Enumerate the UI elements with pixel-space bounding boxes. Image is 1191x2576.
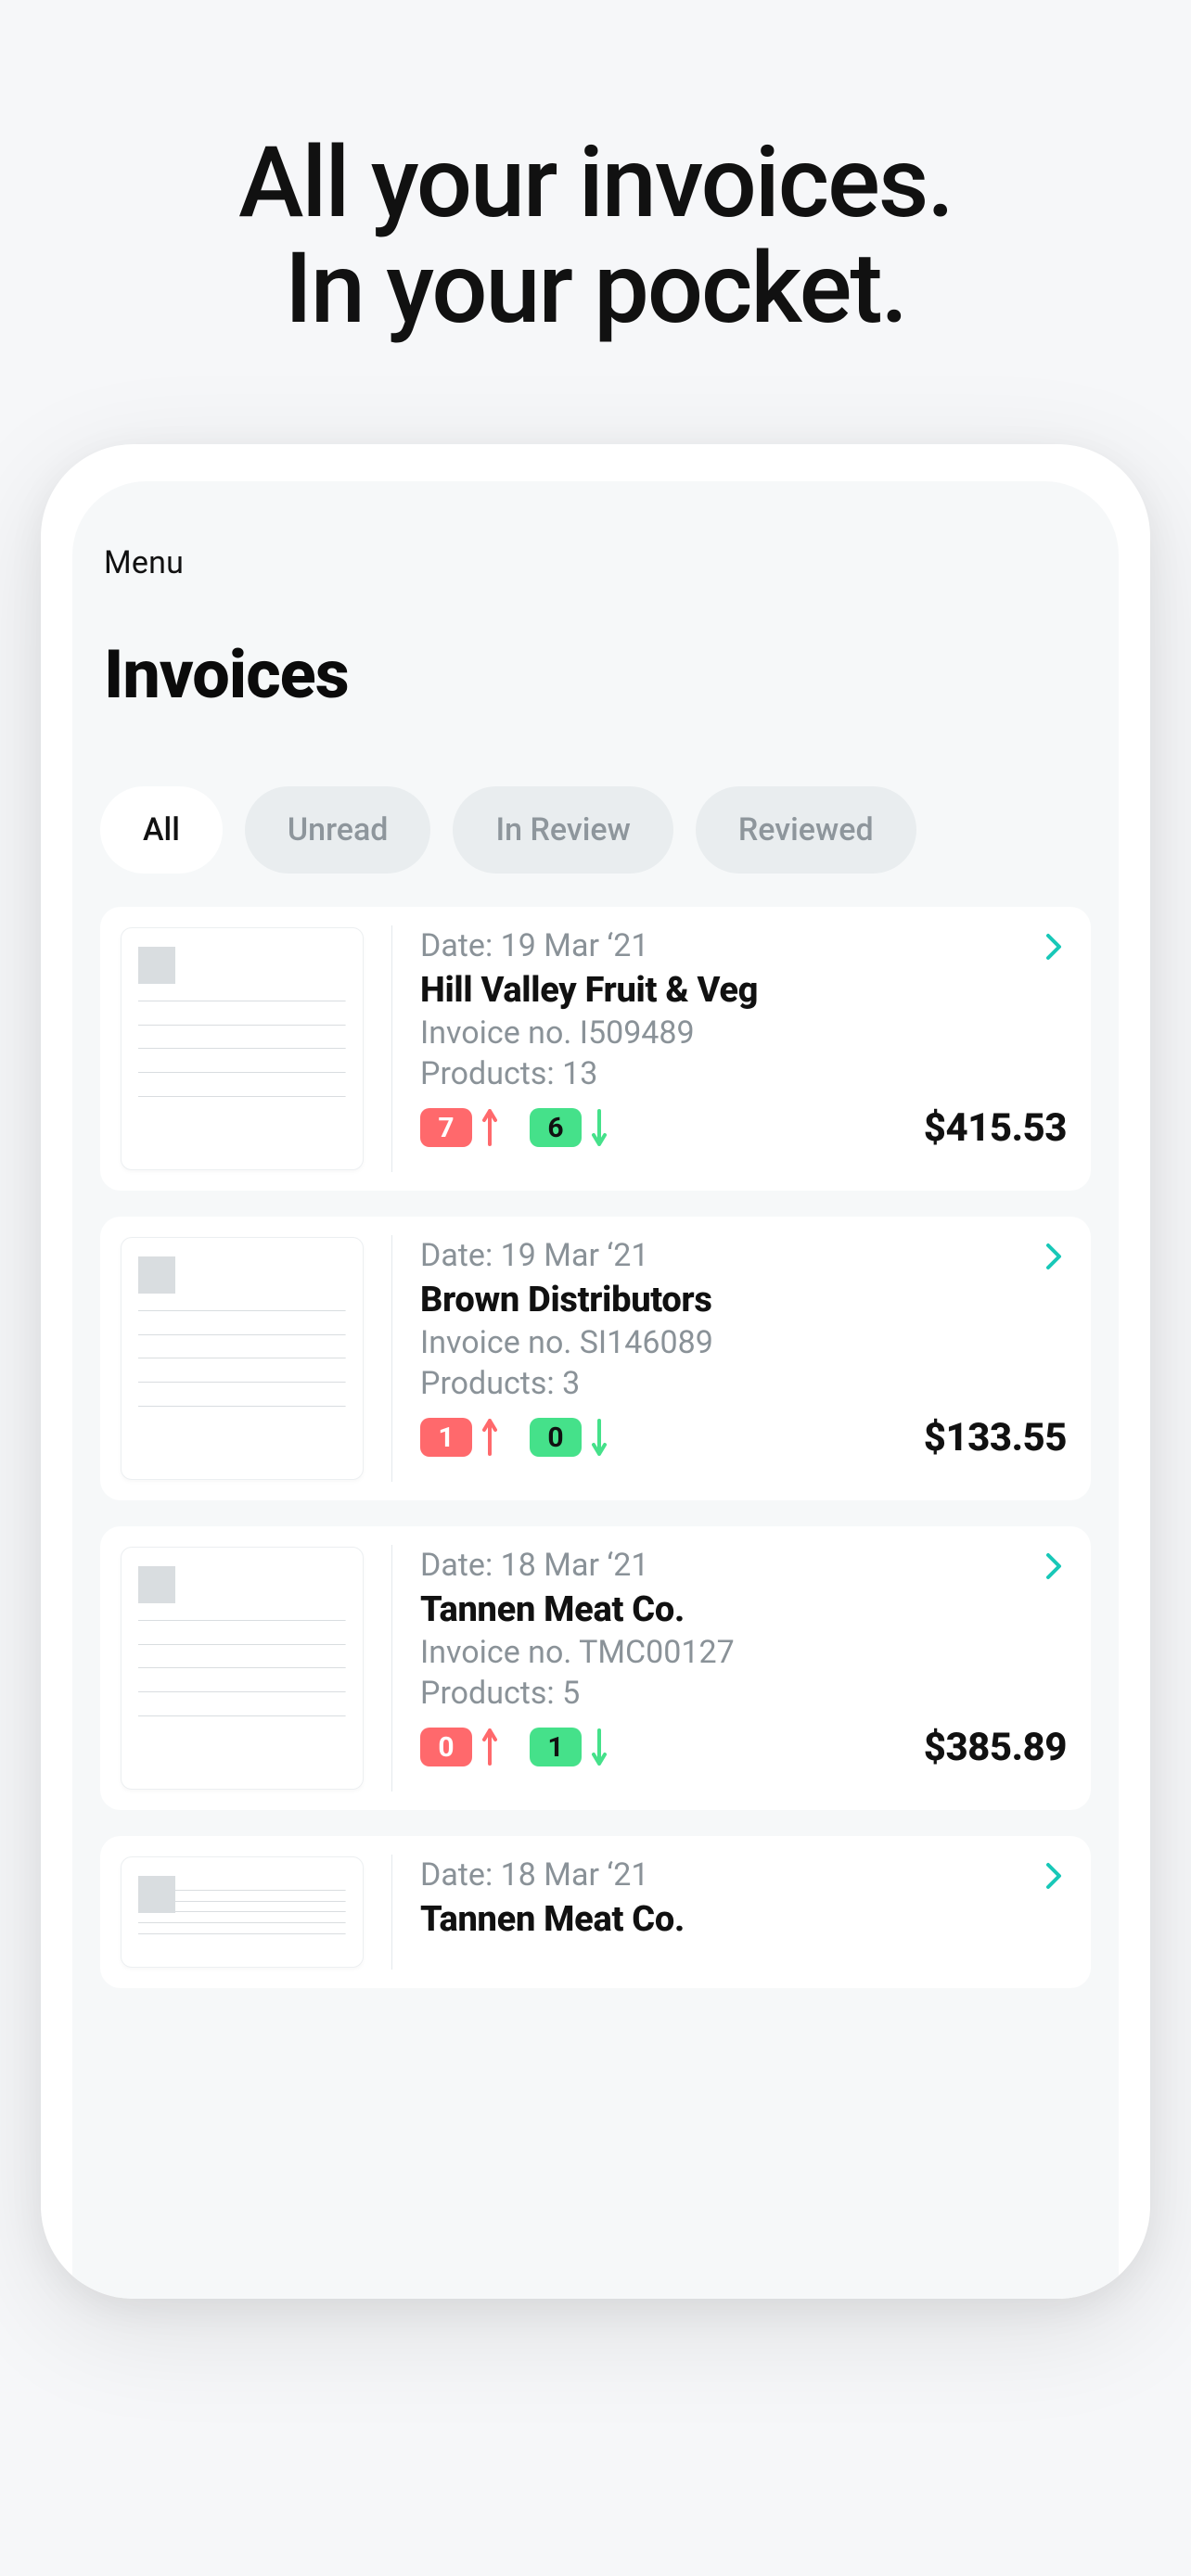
chevron-right-icon: [1044, 1862, 1065, 1894]
card-divider: [391, 925, 392, 1172]
price-down-count: 6: [530, 1108, 582, 1147]
invoice-thumbnail: [121, 1547, 364, 1790]
invoice-vendor: Hill Valley Fruit & Veg: [420, 970, 1067, 1011]
invoice-card[interactable]: Date: 18 Mar ‘21 Tannen Meat Co. Invoice…: [100, 1526, 1091, 1810]
price-change-badges: 0 1: [420, 1728, 611, 1766]
invoice-vendor: Tannen Meat Co.: [420, 1589, 1067, 1630]
arrow-down-icon: [591, 1109, 611, 1146]
invoice-thumbnail: [121, 1856, 364, 1968]
invoice-card[interactable]: Date: 19 Mar ‘21 Hill Valley Fruit & Veg…: [100, 907, 1091, 1191]
hero-line-2: In your pocket.: [0, 236, 1191, 341]
card-divider: [391, 1545, 392, 1792]
price-up-count: 0: [420, 1728, 472, 1766]
invoice-products: Products: 13: [420, 1055, 1067, 1092]
invoice-date: Date: 19 Mar ‘21: [420, 1237, 1067, 1274]
device-frame: Menu Invoices All Unread In Review Revie…: [41, 444, 1150, 2299]
page-title: Invoices: [100, 635, 1091, 714]
filter-in-review[interactable]: In Review: [453, 786, 672, 874]
invoice-date: Date: 18 Mar ‘21: [420, 1547, 1067, 1584]
invoice-date: Date: 19 Mar ‘21: [420, 927, 1067, 964]
invoice-number: Invoice no. TMC00127: [420, 1634, 1067, 1671]
invoice-number: Invoice no. I509489: [420, 1014, 1067, 1052]
chevron-right-icon: [1044, 1243, 1065, 1274]
hero-heading: All your invoices. In your pocket.: [0, 0, 1191, 342]
price-up-count: 1: [420, 1418, 472, 1457]
invoice-products: Products: 5: [420, 1675, 1067, 1712]
invoice-total: $133.55: [924, 1415, 1067, 1460]
arrow-down-icon: [591, 1728, 611, 1766]
arrow-down-icon: [591, 1419, 611, 1456]
filter-unread[interactable]: Unread: [245, 786, 431, 874]
filter-all[interactable]: All: [100, 786, 223, 874]
arrow-up-icon: [481, 1419, 502, 1456]
invoice-card[interactable]: Date: 18 Mar ‘21 Tannen Meat Co.: [100, 1836, 1091, 1988]
chevron-right-icon: [1044, 1552, 1065, 1584]
invoice-thumbnail: [121, 1237, 364, 1480]
price-change-badges: 1 0: [420, 1418, 611, 1457]
invoice-list: Date: 19 Mar ‘21 Hill Valley Fruit & Veg…: [100, 907, 1091, 1988]
card-divider: [391, 1855, 392, 1970]
filter-tabs: All Unread In Review Reviewed: [100, 786, 1091, 874]
price-change-badges: 7 6: [420, 1108, 611, 1147]
invoice-card[interactable]: Date: 19 Mar ‘21 Brown Distributors Invo…: [100, 1217, 1091, 1500]
menu-button[interactable]: Menu: [100, 544, 1091, 581]
price-down-count: 1: [530, 1728, 582, 1766]
invoice-thumbnail: [121, 927, 364, 1170]
invoice-number: Invoice no. SI146089: [420, 1324, 1067, 1361]
card-divider: [391, 1235, 392, 1482]
invoice-total: $385.89: [924, 1725, 1067, 1770]
invoice-total: $415.53: [924, 1105, 1067, 1151]
chevron-right-icon: [1044, 933, 1065, 964]
hero-line-1: All your invoices.: [0, 130, 1191, 236]
invoice-vendor: Brown Distributors: [420, 1280, 1067, 1320]
filter-reviewed[interactable]: Reviewed: [696, 786, 916, 874]
arrow-up-icon: [481, 1728, 502, 1766]
invoice-vendor: Tannen Meat Co.: [420, 1899, 1067, 1940]
price-down-count: 0: [530, 1418, 582, 1457]
price-up-count: 7: [420, 1108, 472, 1147]
arrow-up-icon: [481, 1109, 502, 1146]
invoice-date: Date: 18 Mar ‘21: [420, 1856, 1067, 1894]
invoice-products: Products: 3: [420, 1365, 1067, 1402]
